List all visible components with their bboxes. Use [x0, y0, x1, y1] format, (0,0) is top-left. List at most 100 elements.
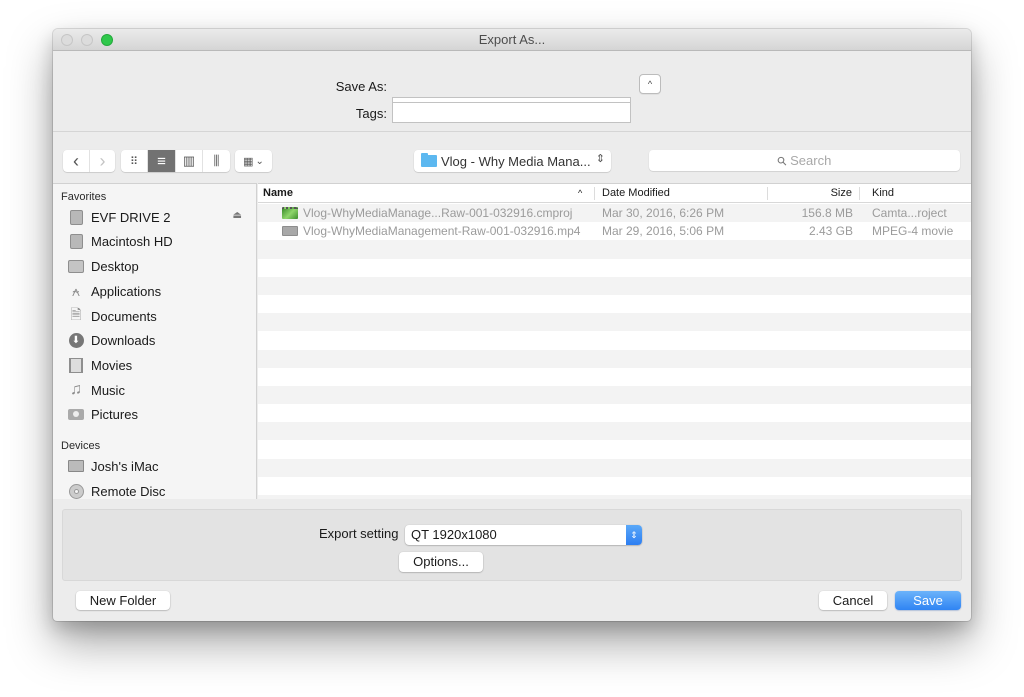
- downloads-icon: ⬇: [67, 332, 85, 348]
- sidebar-item-macintosh-hd[interactable]: Macintosh HD: [67, 229, 252, 253]
- export-setting-select[interactable]: QT 1920x1080 ⇕: [405, 525, 642, 545]
- eject-icon[interactable]: ⏏: [233, 210, 242, 221]
- location-popup[interactable]: Vlog - Why Media Mana... ⇕: [414, 150, 611, 172]
- empty-row: [258, 385, 971, 405]
- save-as-area: Save As: FilenameGoesHere.mov ^ Tags:: [53, 52, 971, 132]
- file-list: Name ^ Date Modified Size Kind Vlog-WhyM…: [258, 183, 971, 499]
- sidebar-item-downloads[interactable]: ⬇ Downloads: [67, 328, 252, 352]
- back-button[interactable]: ‹: [63, 150, 89, 172]
- column-kind[interactable]: Kind: [872, 187, 894, 199]
- cover-flow-icon: ⫼: [213, 153, 220, 168]
- empty-row: [258, 349, 971, 368]
- music-icon: ♫: [70, 381, 82, 398]
- new-folder-button[interactable]: New Folder: [76, 591, 170, 610]
- up-down-arrows-icon: ⇕: [595, 153, 605, 165]
- list-view-button[interactable]: ≡: [147, 150, 175, 172]
- file-name: Vlog-WhyMediaManage...Raw-001-032916.cmp…: [303, 206, 573, 220]
- column-date-modified[interactable]: Date Modified: [602, 187, 670, 199]
- file-size: 2.43 GB: [808, 224, 853, 239]
- list-view-icon: ≡: [157, 152, 166, 170]
- file-row[interactable]: Vlog-WhyMediaManage...Raw-001-032916.cmp…: [258, 204, 971, 223]
- arrange-button[interactable]: ▦ ⌄: [235, 150, 272, 172]
- sidebar-item-label: Documents: [91, 308, 157, 324]
- icon-view-icon: ⠿: [129, 155, 139, 168]
- sidebar-item-desktop[interactable]: Desktop: [67, 254, 252, 278]
- file-row[interactable]: Vlog-WhyMediaManagement-Raw-001-032916.m…: [258, 222, 971, 241]
- file-size: 156.8 MB: [801, 206, 853, 220]
- arrange-grid-icon: ▦: [243, 155, 254, 168]
- pictures-icon: [67, 406, 85, 422]
- sidebar-item-label: Josh's iMac: [91, 458, 159, 474]
- empty-row: [258, 331, 971, 350]
- arrange-control[interactable]: ▦ ⌄: [235, 150, 272, 172]
- chevron-down-icon: ⌄: [255, 155, 264, 167]
- empty-row: [258, 440, 971, 459]
- save-button[interactable]: Save: [895, 591, 961, 610]
- icon-view-button[interactable]: ⠿: [121, 150, 147, 172]
- minimize-button[interactable]: [81, 34, 93, 46]
- sidebar: Favorites EVF DRIVE 2 ⏏ Macintosh HD Des…: [53, 183, 257, 499]
- empty-row: [258, 476, 971, 495]
- options-button[interactable]: Options...: [399, 552, 483, 572]
- forward-button[interactable]: ›: [89, 150, 115, 172]
- export-setting-value: QT 1920x1080: [411, 527, 497, 542]
- sidebar-item-applications[interactable]: ⍲ Applications: [67, 279, 252, 303]
- file-date: Mar 30, 2016, 6:26 PM: [602, 206, 725, 220]
- empty-row: [258, 258, 971, 277]
- sidebar-item-movies[interactable]: Movies: [67, 353, 252, 377]
- column-view-icon: ▥: [182, 153, 196, 168]
- sidebar-item-evf-drive-2[interactable]: EVF DRIVE 2 ⏏: [67, 205, 252, 229]
- column-size[interactable]: Size: [828, 187, 852, 199]
- empty-row: [258, 367, 971, 386]
- export-dialog: Export As... Save As: FilenameGoesHere.m…: [53, 29, 971, 621]
- empty-row: [258, 495, 971, 499]
- imac-icon: [67, 458, 85, 474]
- zoom-button[interactable]: [101, 34, 113, 46]
- file-date: Mar 29, 2016, 5:06 PM: [602, 224, 725, 239]
- column-name[interactable]: Name: [263, 187, 293, 199]
- sidebar-heading-favorites: Favorites: [61, 191, 107, 203]
- column-view-button[interactable]: ▥: [175, 150, 202, 172]
- sidebar-item-music[interactable]: ♫ Music: [67, 378, 252, 402]
- location-label: Vlog - Why Media Mana...: [441, 153, 591, 169]
- sidebar-item-pictures[interactable]: Pictures: [67, 402, 252, 426]
- expand-collapse-button[interactable]: ^: [639, 74, 661, 94]
- sidebar-heading-devices: Devices: [61, 440, 101, 452]
- sidebar-item-remote-disc[interactable]: Remote Disc: [67, 479, 252, 503]
- sidebar-item-label: Remote Disc: [91, 483, 166, 499]
- empty-row: [258, 422, 971, 441]
- sidebar-item-label: EVF DRIVE 2: [91, 209, 171, 225]
- sidebar-item-label: Movies: [91, 357, 133, 373]
- empty-row: [258, 294, 971, 314]
- chevron-left-icon: ‹: [73, 150, 79, 171]
- sidebar-item-label: Desktop: [91, 258, 139, 274]
- sidebar-item-documents[interactable]: 🗎 Documents: [67, 304, 252, 328]
- tags-label: Tags:: [355, 106, 387, 121]
- close-button[interactable]: [61, 34, 73, 46]
- column-divider: [594, 187, 595, 200]
- file-rows: Vlog-WhyMediaManage...Raw-001-032916.cmp…: [258, 204, 971, 499]
- applications-icon: ⍲: [71, 282, 81, 299]
- column-divider: [859, 187, 860, 200]
- tags-input[interactable]: [392, 102, 631, 123]
- sidebar-item-joshs-imac[interactable]: Josh's iMac: [67, 454, 252, 478]
- column-header: Name ^ Date Modified Size Kind: [258, 184, 971, 203]
- movies-icon: [67, 357, 85, 373]
- search-input[interactable]: ⚲ Search: [649, 150, 960, 171]
- cover-flow-view-button[interactable]: ⫼: [202, 150, 230, 172]
- sort-ascending-icon: ^: [578, 188, 583, 198]
- file-kind: MPEG-4 movie: [872, 224, 954, 239]
- window-title: Export As...: [478, 32, 546, 47]
- view-mode-segmented: ⠿ ≡ ▥ ⫼: [121, 150, 230, 172]
- sidebar-item-label: Applications: [91, 283, 162, 299]
- desktop-icon: [67, 258, 85, 274]
- column-divider: [767, 187, 768, 200]
- movie-file-icon: [282, 226, 298, 237]
- file-name: Vlog-WhyMediaManagement-Raw-001-032916.m…: [303, 224, 581, 239]
- camtasia-project-icon: [282, 207, 298, 219]
- empty-row: [258, 276, 971, 295]
- external-drive-icon: [67, 209, 85, 225]
- cancel-button[interactable]: Cancel: [819, 591, 887, 610]
- search-placeholder: Search: [790, 153, 832, 168]
- chevron-right-icon: ›: [99, 150, 106, 171]
